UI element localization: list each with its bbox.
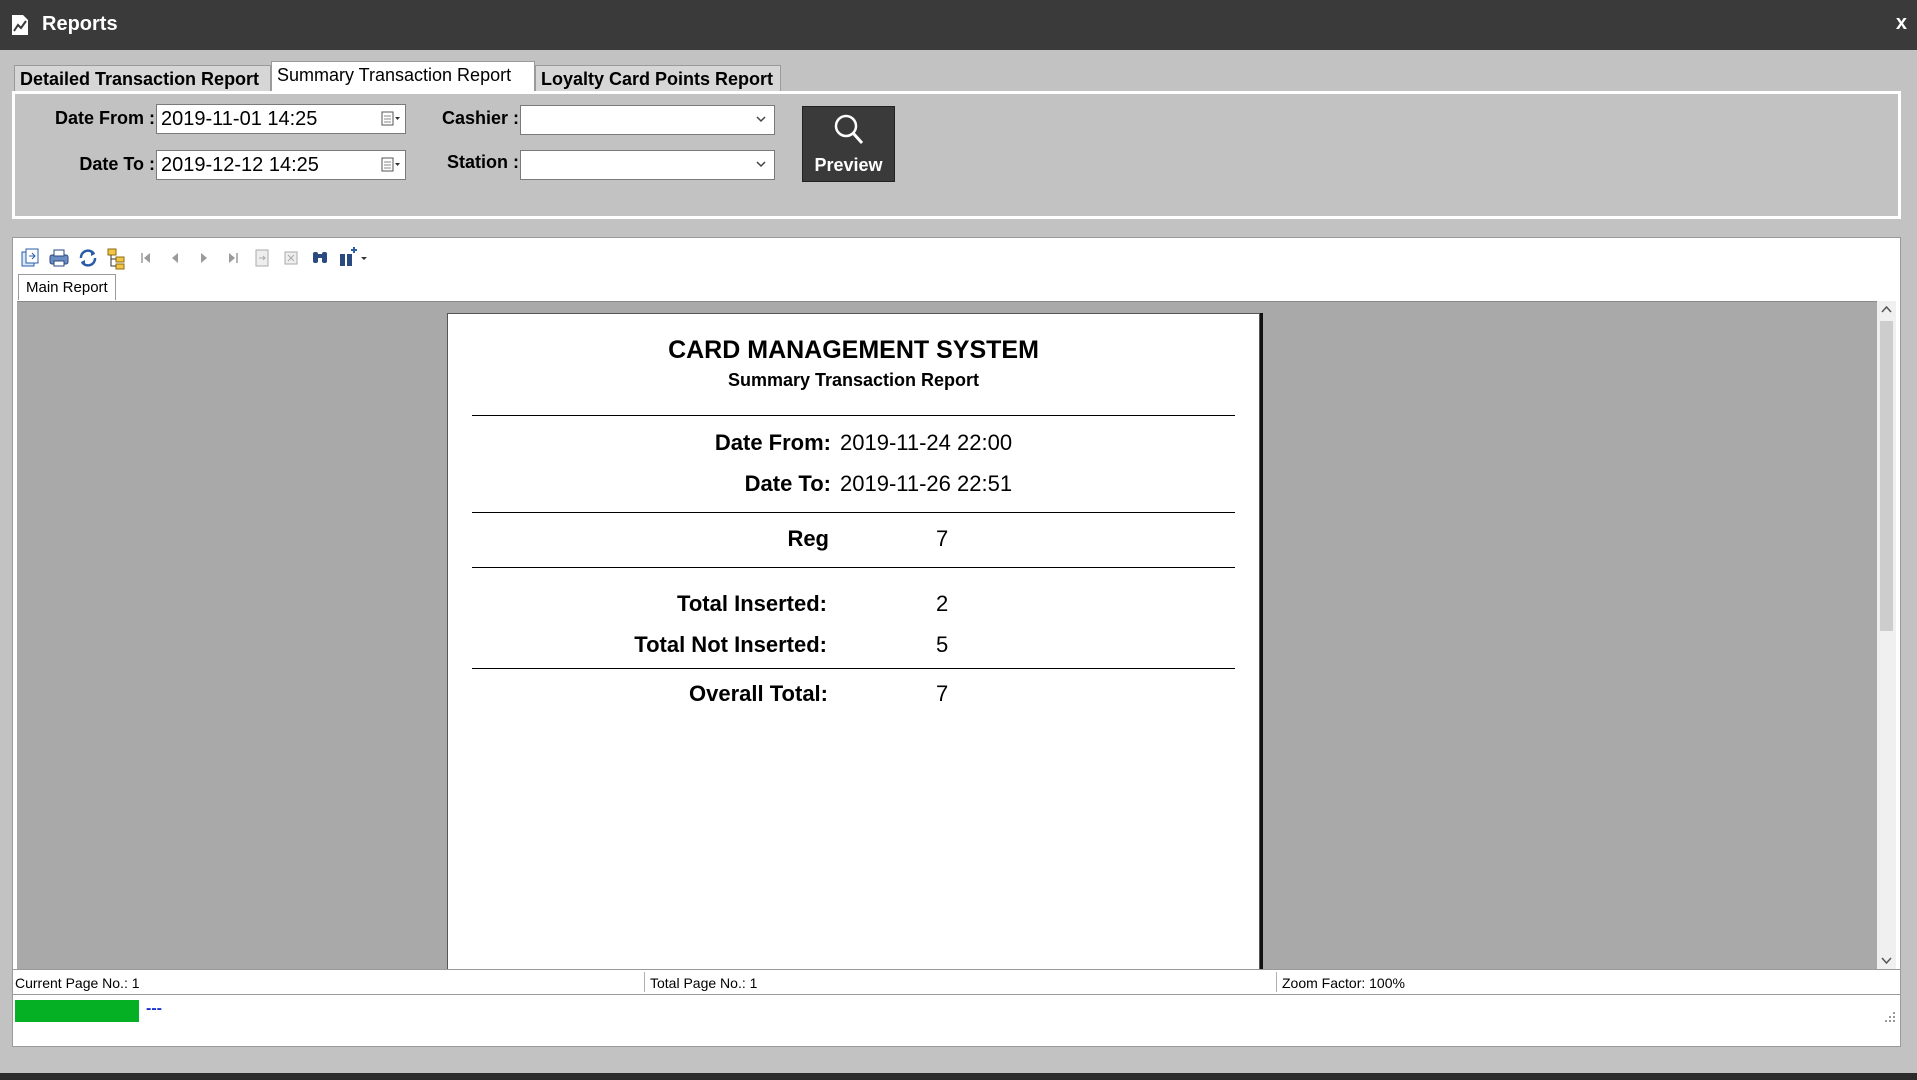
title-bar: Reports x [0,0,1917,50]
report-canvas: CARD MANAGEMENT SYSTEM Summary Transacti… [17,301,1881,970]
next-page-icon [201,253,207,263]
report-date-to-value: 2019-11-26 22:51 [840,471,1013,496]
export-icon[interactable] [18,246,42,270]
progress-bar [15,1000,139,1022]
tab-detailed-transaction-report[interactable]: Detailed Transaction Report [14,65,271,91]
go-to-page-icon [255,249,269,267]
status-bar: Current Page No.: 1 Total Page No.: 1 Zo… [13,969,1900,995]
reports-window: Detailed Transaction Report Summary Tran… [0,50,1917,1073]
date-from-label: Date From : [54,108,155,128]
print-icon[interactable] [47,246,71,270]
tab-summary-transaction-report[interactable]: Summary Transaction Report [271,61,535,91]
divider [472,567,1235,568]
filter-panel: Date From : 2019-11-01 14:25 Date To : 2… [12,91,1901,219]
total-inserted-label: Total Inserted: [677,591,827,616]
total-inserted-value: 2 [936,591,949,616]
stop-icon [284,251,298,265]
window-title: Reports [42,13,118,35]
overall-total-value: 7 [936,681,949,706]
date-to-value: 2019-12-12 14:25 [161,154,319,176]
progress-text: --- [146,1000,162,1017]
divider [472,512,1235,513]
chevron-down-icon [756,116,766,123]
progress-row: --- [13,994,1900,1047]
report-title: CARD MANAGEMENT SYSTEM [668,336,1039,364]
total-page-status: Total Page No.: 1 [650,975,758,991]
scroll-up-icon[interactable] [1881,305,1892,315]
reg-value: 7 [936,526,949,551]
cashier-select[interactable] [520,105,775,135]
scrollbar-thumb[interactable] [1880,321,1893,631]
calendar-dropdown-icon[interactable] [381,157,401,173]
previous-page-icon [172,253,178,263]
calendar-dropdown-icon[interactable] [381,111,401,127]
zoom-icon[interactable] [337,246,371,270]
tab-main-report[interactable]: Main Report [18,274,116,300]
report-viewer: Main Report CARD MANAGEMENT SYSTEM Summa… [12,237,1901,1047]
first-page-icon [141,253,150,263]
date-from-picker[interactable]: 2019-11-01 14:25 [156,104,406,134]
divider [472,415,1235,416]
station-label: Station : [447,152,519,172]
find-icon[interactable] [308,246,332,270]
cashier-label: Cashier : [441,108,519,128]
last-page-icon [229,253,238,263]
chevron-down-icon [756,161,766,168]
date-to-label: Date To : [79,154,155,174]
total-not-inserted-label: Total Not Inserted: [634,632,827,657]
station-select[interactable] [520,150,775,180]
resize-grip-icon[interactable] [1884,1011,1896,1023]
preview-button[interactable]: Preview [802,106,895,182]
report-date-from-value: 2019-11-24 22:00 [840,430,1013,455]
date-to-picker[interactable]: 2019-12-12 14:25 [156,150,406,180]
group-tree-icon[interactable] [105,246,129,270]
overall-total-label: Overall Total: [689,681,828,706]
tab-loyalty-card-points-report[interactable]: Loyalty Card Points Report [535,65,781,91]
total-not-inserted-value: 5 [936,632,949,657]
search-icon [834,114,864,145]
report-page: CARD MANAGEMENT SYSTEM Summary Transacti… [447,313,1260,970]
report-subtitle: Summary Transaction Report [727,370,980,390]
status-separator [1276,972,1277,992]
report-date-from-label: Date From: [714,430,831,455]
scroll-down-icon[interactable] [1881,955,1892,965]
current-page-status: Current Page No.: 1 [15,975,140,991]
close-button[interactable]: x [1896,12,1907,35]
zoom-factor-status: Zoom Factor: 100% [1282,975,1405,991]
date-from-value: 2019-11-01 14:25 [161,108,318,130]
report-date-to-label: Date To: [744,471,831,496]
refresh-icon[interactable] [76,246,100,270]
vertical-scrollbar[interactable] [1877,301,1896,969]
preview-label: Preview [814,155,883,175]
report-chart-icon [12,15,28,35]
taskbar-strip [0,1073,1917,1080]
reg-label: Reg [787,526,829,551]
status-separator [644,972,645,992]
divider [472,668,1235,669]
